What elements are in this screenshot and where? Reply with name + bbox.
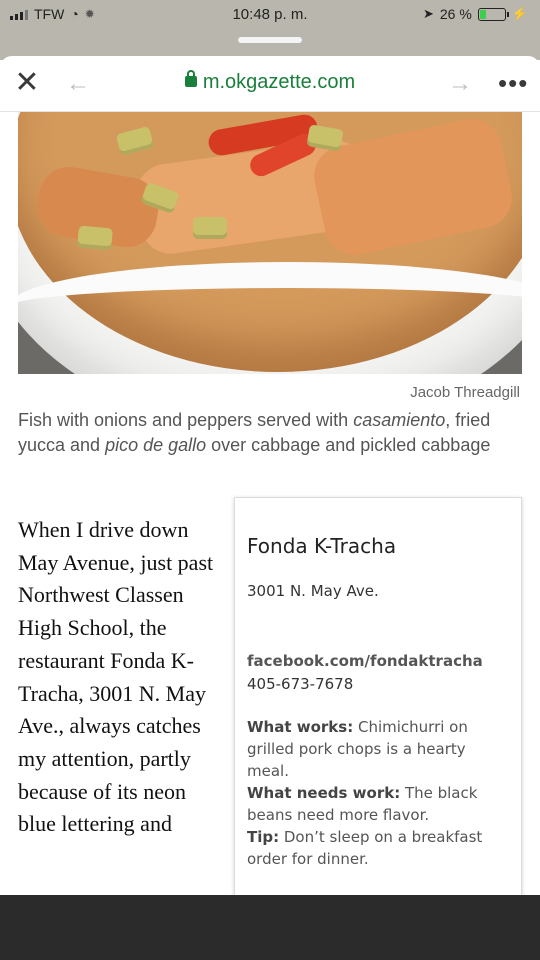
review-details: What works: Chimichurri on grilled pork … — [247, 716, 509, 870]
restaurant-name: Fonda K-Tracha — [247, 534, 397, 558]
more-icon[interactable]: ••• — [498, 68, 528, 99]
bottom-toolbar — [0, 895, 540, 960]
article-body-text: When I drive down May Avenue, just past … — [18, 517, 214, 837]
tip-label: Tip: — [247, 828, 280, 846]
sheet-grabber[interactable] — [238, 37, 302, 43]
restaurant-address: 3001 N. May Ave. — [247, 582, 379, 600]
article-photo — [18, 112, 522, 374]
battery-icon — [477, 7, 509, 21]
tip-text: Don’t sleep on a breakfast order for din… — [247, 828, 483, 868]
browser-toolbar: ✕ ← m.okgazette.com → ••• — [0, 56, 540, 112]
battery-percent: 26 % — [439, 6, 472, 22]
url-text: m.okgazette.com — [202, 71, 356, 93]
forward-arrow-icon[interactable]: → — [448, 70, 472, 98]
facebook-link[interactable]: facebook.com/fondaktracha — [247, 652, 483, 670]
charging-icon: ⚡ — [511, 6, 528, 21]
restaurant-info-box: Fonda K-Tracha 3001 N. May Ave. facebook… — [234, 497, 522, 917]
lock-icon — [184, 70, 197, 87]
works-label: What works: — [247, 718, 354, 736]
location-icon: ➤ — [422, 6, 434, 21]
status-right-group: ➤ 26 % ⚡ — [423, 6, 528, 22]
restaurant-phone[interactable]: 405-673-7678 — [247, 675, 353, 693]
photo-credit: Jacob Threadgill — [410, 384, 520, 401]
status-bar: TFW ◔ ✹ 10:48 p. m. ➤ 26 % ⚡ — [0, 0, 540, 60]
photo-caption: Fish with onions and peppers served with… — [18, 410, 491, 455]
needs-label: What needs work: — [247, 784, 401, 802]
